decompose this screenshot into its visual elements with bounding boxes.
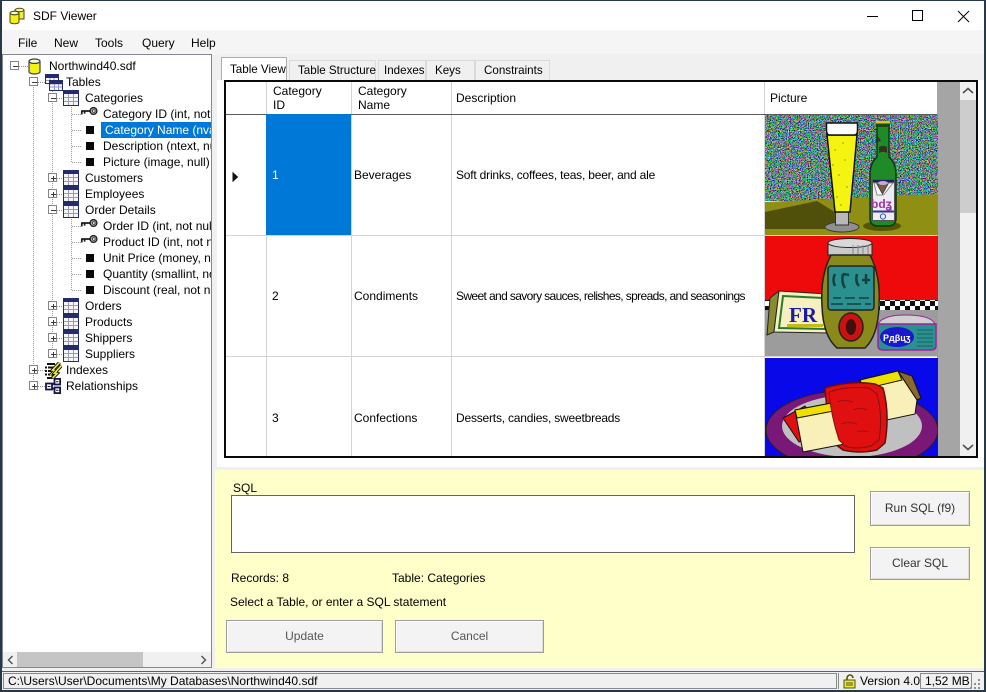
svg-text:FR: FR [789,303,818,327]
svg-text:bdʓ: bdʓ [871,197,893,211]
svg-text:Pдβцʒ: Pдβцʒ [883,333,911,343]
